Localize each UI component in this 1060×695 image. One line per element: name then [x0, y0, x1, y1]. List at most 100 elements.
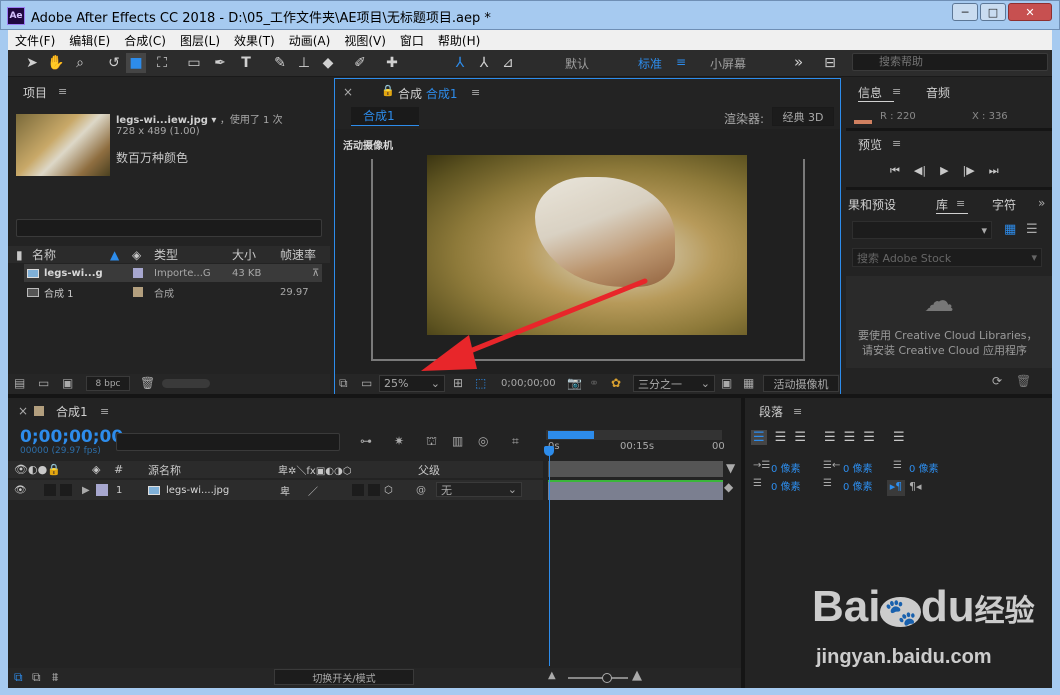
sync-library-icon[interactable]: ⟳ — [992, 374, 1002, 388]
menu-edit[interactable]: 编辑(E) — [62, 32, 117, 49]
puppet-pin-tool-icon[interactable]: ✚ — [382, 53, 402, 73]
menu-view[interactable]: 视图(V) — [337, 32, 393, 49]
local-axis-icon[interactable]: ⅄ — [450, 53, 470, 73]
workspace-default[interactable]: 默认 — [565, 55, 589, 72]
column-source-name[interactable]: 源名称 — [148, 462, 181, 478]
brush-tool-icon[interactable]: ✎ — [270, 53, 290, 73]
paragraph-title[interactable]: 段落 — [759, 403, 783, 420]
tab-character[interactable]: 字符 — [992, 196, 1016, 213]
tab-info[interactable]: 信息 — [858, 84, 882, 101]
column-parent[interactable]: 父级 — [418, 462, 440, 478]
space-after-value[interactable]: 0 像素 — [843, 478, 873, 493]
comp-timecode[interactable]: 0;00;00;00 — [501, 378, 556, 389]
timeline-tab[interactable]: 合成1 — [56, 403, 88, 420]
paragraph-menu-icon[interactable]: ≡ — [793, 405, 802, 418]
always-preview-icon[interactable]: ⧉ — [339, 376, 348, 391]
menu-effect[interactable]: 效果(T) — [227, 32, 282, 49]
more-panels-icon[interactable]: » — [1038, 196, 1045, 210]
library-menu-icon[interactable]: ≡ — [956, 197, 965, 210]
column-type[interactable]: 类型 — [154, 246, 178, 263]
transfer-controls-icon[interactable]: ⧉ — [32, 670, 41, 685]
solo-toggle[interactable] — [60, 484, 72, 496]
comp-viewer[interactable]: 活动摄像机 — [335, 129, 840, 374]
ltr-direction-icon[interactable]: ▸¶ — [887, 480, 905, 496]
menu-layer[interactable]: 图层(L) — [173, 32, 227, 49]
project-item-row[interactable]: legs-wi...g Importe...G 43 KB ⊼ — [24, 264, 322, 282]
timeline-menu-icon[interactable]: ≡ — [100, 405, 109, 418]
pan-behind-tool-icon[interactable]: ⛶ — [152, 53, 172, 73]
layer-duration-bar[interactable] — [548, 480, 723, 500]
renderer-button[interactable]: 经典 3D — [772, 107, 834, 126]
more-workspaces-icon[interactable]: » — [794, 53, 803, 71]
new-folder-icon[interactable]: ▭ — [38, 376, 49, 390]
toggle-transparency-icon[interactable]: ▦ — [743, 376, 754, 390]
transparency-grid-icon[interactable]: ⬚ — [475, 376, 486, 390]
bpc-button[interactable]: 8 bpc — [86, 376, 130, 391]
layer-name[interactable]: legs-wi....jpg — [166, 485, 229, 496]
menu-animation[interactable]: 动画(A) — [282, 32, 338, 49]
rtl-direction-icon[interactable]: ¶◂ — [909, 480, 922, 493]
fit-frame-icon[interactable]: ⊞ — [453, 376, 463, 390]
keyframe-nav-icon[interactable]: ◆ — [724, 480, 733, 494]
align-left-icon[interactable]: ☰ — [751, 430, 767, 445]
motion-blur-icon[interactable]: ◎ — [478, 434, 488, 448]
pen-tool-icon[interactable]: ✒ — [210, 53, 230, 73]
shy-layers-icon[interactable]: ⛫ — [426, 434, 437, 450]
view-axis-icon[interactable]: ⊿ — [498, 53, 518, 73]
eraser-tool-icon[interactable]: ◆ — [318, 53, 338, 73]
new-composition-icon[interactable]: ▣ — [62, 376, 73, 390]
layer-switches-icon[interactable]: ⧉ — [14, 670, 23, 685]
interpret-footage-icon[interactable]: ▤ — [14, 376, 25, 390]
timeline-timecode[interactable]: 0;00;00;00 — [20, 427, 123, 447]
quality-switch-icon[interactable]: ／ — [308, 483, 318, 498]
library-trash-icon[interactable]: 🗑 — [1016, 374, 1031, 388]
zoom-slider-track[interactable] — [568, 677, 628, 679]
expand-layer-icon[interactable]: ▶ — [82, 485, 90, 496]
audio-toggle[interactable] — [44, 484, 56, 496]
close-tab-icon[interactable]: × — [343, 85, 353, 99]
3d-layer-icon[interactable]: ⬡ — [384, 485, 393, 496]
clone-stamp-tool-icon[interactable]: ⊥ — [294, 53, 314, 73]
minimize-button[interactable]: ─ — [952, 3, 978, 21]
comp-button-icon[interactable]: ▼ — [726, 461, 735, 475]
in-out-icon[interactable]: ⩩ — [52, 670, 58, 685]
motion-blur-toggle[interactable] — [368, 484, 380, 496]
roto-brush-tool-icon[interactable]: ✐ — [350, 53, 370, 73]
justify-last-center-icon[interactable]: ☰ — [844, 430, 856, 445]
maximize-button[interactable]: □ — [980, 3, 1006, 21]
indent-left-value[interactable]: 0 像素 — [771, 460, 801, 475]
pick-whip-icon[interactable]: @ — [416, 485, 426, 496]
justify-last-right-icon[interactable]: ☰ — [863, 430, 875, 445]
world-axis-icon[interactable]: ⅄ — [474, 53, 494, 73]
menu-file[interactable]: 文件(F) — [8, 32, 62, 49]
library-dropdown[interactable]: ▾ — [852, 221, 992, 239]
justify-all-icon[interactable]: ☰ — [893, 430, 905, 445]
sort-ascending-icon[interactable]: ▲ — [110, 248, 119, 262]
adobe-stock-search[interactable]: 搜索 Adobe Stock ▾ — [852, 248, 1042, 267]
close-button[interactable]: ✕ — [1008, 3, 1052, 21]
trash-icon[interactable]: 🗑 — [140, 376, 155, 390]
monitor-icon[interactable]: ▭ — [361, 376, 372, 390]
first-line-indent-value[interactable]: 0 像素 — [909, 460, 939, 475]
column-number[interactable]: # — [114, 463, 123, 476]
play-icon[interactable]: ▶ — [940, 164, 948, 178]
timeline-search-input[interactable] — [116, 433, 340, 451]
zoom-tool-icon[interactable]: ⌕ — [70, 53, 90, 73]
composition-menu-icon[interactable]: ≡ — [471, 86, 480, 99]
last-frame-icon[interactable]: ⏭ — [989, 164, 999, 178]
indent-right-value[interactable]: 0 像素 — [843, 460, 873, 475]
project-panel-title[interactable]: 项目 — [23, 84, 47, 101]
list-view-icon[interactable]: ☰ — [1026, 222, 1038, 237]
camera-view-dropdown[interactable]: 活动摄像机 — [763, 375, 839, 392]
project-menu-icon[interactable]: ≡ — [58, 85, 67, 98]
menu-composition[interactable]: 合成(C) — [117, 32, 173, 49]
composition-mini-flowchart-icon[interactable]: ⊶ — [360, 434, 372, 448]
grid-view-icon[interactable]: ▦ — [1004, 222, 1016, 237]
column-name[interactable]: 名称 — [32, 246, 56, 263]
label-column-icon[interactable]: ▮ — [16, 248, 23, 262]
align-center-icon[interactable]: ☰ — [775, 430, 787, 445]
column-size[interactable]: 大小 — [232, 246, 256, 263]
selection-tool-icon[interactable]: ➤ — [22, 53, 42, 73]
graph-editor-icon[interactable]: ⌗ — [512, 434, 519, 449]
label-color-swatch[interactable] — [133, 268, 143, 278]
